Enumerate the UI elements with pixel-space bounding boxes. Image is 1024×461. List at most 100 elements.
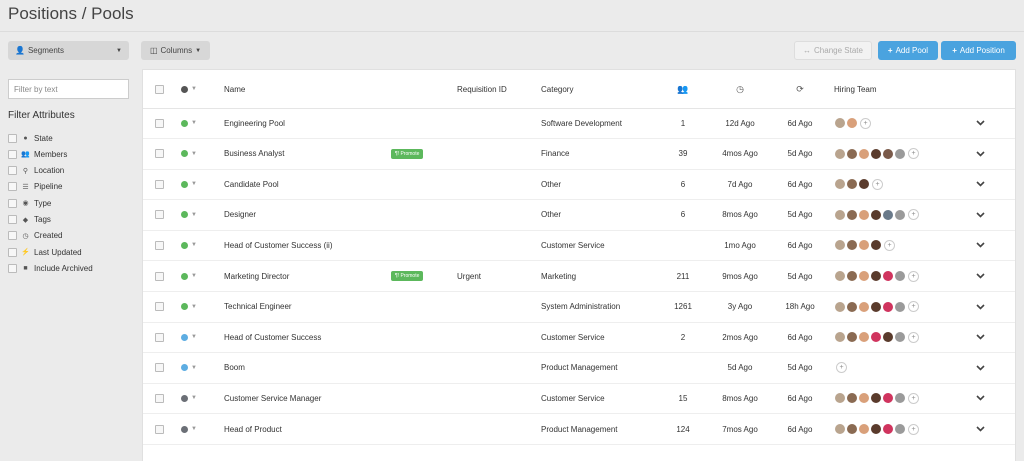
add-position-button[interactable]: + Add Position (941, 41, 1016, 60)
position-name-link[interactable]: Engineering Pool (224, 108, 285, 138)
avatar[interactable] (871, 424, 881, 434)
select-all-checkbox[interactable] (155, 84, 164, 94)
avatar[interactable] (847, 148, 857, 159)
position-name-link[interactable]: Designer (224, 200, 256, 230)
status-filter-header[interactable]: ▼ (181, 70, 197, 108)
avatar[interactable] (895, 393, 905, 404)
status-selector[interactable]: ▼ (181, 261, 197, 291)
avatar[interactable] (847, 424, 857, 434)
avatar[interactable] (847, 332, 857, 343)
filter-attribute-checkbox[interactable] (8, 263, 17, 273)
row-checkbox[interactable] (155, 332, 164, 342)
table-row[interactable]: ▼ Marketing Director ¶! Promote Urgent Marke… (143, 261, 1015, 292)
table-row[interactable]: ▼ Designer Other 6 8mos Ago 5d Ago + (143, 200, 1015, 231)
avatar[interactable] (883, 393, 893, 404)
avatar[interactable] (895, 424, 905, 434)
row-checkbox[interactable] (155, 424, 164, 434)
table-row[interactable]: ▼ Customer Service Manager Customer Servic… (143, 383, 1015, 415)
avatar[interactable] (847, 118, 857, 128)
avatar[interactable] (859, 179, 869, 190)
chevron-down-icon[interactable] (976, 383, 985, 413)
filter-attribute-checkbox[interactable] (8, 215, 17, 224)
status-selector[interactable]: ▼ (181, 200, 197, 230)
position-name-link[interactable]: Candidate Pool (224, 169, 279, 199)
filter-attribute-checkbox[interactable] (8, 182, 17, 192)
avatar[interactable] (835, 301, 845, 312)
row-checkbox[interactable] (155, 302, 164, 312)
avatar[interactable] (835, 271, 845, 281)
add-member-icon[interactable]: + (908, 209, 919, 221)
avatar[interactable] (847, 393, 857, 404)
header-requisition[interactable]: Requisition ID (457, 70, 507, 108)
row-checkbox[interactable] (155, 179, 164, 189)
avatar[interactable] (847, 271, 857, 281)
chevron-down-icon[interactable] (976, 200, 985, 230)
columns-dropdown[interactable]: ◫ Columns ▼ (141, 41, 210, 60)
avatar[interactable] (895, 332, 905, 343)
filter-attribute-item[interactable]: 👥 Members (8, 148, 67, 160)
position-name-link[interactable]: Boom (224, 353, 245, 383)
filter-attribute-item[interactable]: ◷ Created (8, 230, 62, 242)
avatar[interactable] (835, 148, 845, 159)
updated-header[interactable]: ⟳ (780, 70, 820, 108)
avatar[interactable] (859, 393, 869, 404)
chevron-down-icon[interactable] (976, 353, 985, 383)
add-member-icon[interactable]: + (908, 392, 919, 404)
table-row[interactable]: ▼ Engineering Pool Software Development 1 12… (143, 108, 1015, 139)
avatar[interactable] (859, 209, 869, 220)
filter-attribute-item[interactable]: ◆ Tags (8, 214, 51, 226)
avatar[interactable] (859, 332, 869, 343)
chevron-down-icon[interactable] (976, 169, 985, 199)
status-selector[interactable]: ▼ (181, 292, 197, 322)
avatar[interactable] (871, 240, 881, 251)
filter-attribute-checkbox[interactable] (8, 133, 17, 143)
table-row[interactable]: ▼ Head of Customer Success Customer Servic… (143, 322, 1015, 354)
chevron-down-icon[interactable] (976, 261, 985, 291)
promote-badge[interactable]: ¶! Promote (391, 271, 424, 281)
table-row[interactable]: ▼ Business Analyst ¶! Promote Finance 39 4mos… (143, 139, 1015, 170)
avatar[interactable] (883, 301, 893, 312)
filter-attribute-checkbox[interactable] (8, 166, 17, 176)
position-name-link[interactable]: Customer Service Manager (224, 383, 321, 413)
filter-attribute-item[interactable]: ● State (8, 132, 53, 144)
filter-attribute-item[interactable]: ☰ Pipeline (8, 181, 62, 193)
filter-attribute-checkbox[interactable] (8, 149, 17, 159)
status-selector[interactable]: ▼ (181, 322, 197, 352)
position-name-link[interactable]: Head of Customer Success (ii) (224, 230, 332, 260)
avatar[interactable] (847, 209, 857, 220)
status-selector[interactable]: ▼ (181, 414, 197, 444)
avatar[interactable] (835, 332, 845, 343)
avatar[interactable] (859, 424, 869, 434)
avatar[interactable] (895, 209, 905, 220)
row-checkbox[interactable] (155, 271, 164, 281)
promote-badge[interactable]: ¶! Promote (391, 148, 424, 159)
change-state-button[interactable]: ↔ Change State (794, 41, 872, 60)
position-name-link[interactable]: Head of Product (224, 414, 282, 444)
add-member-icon[interactable]: + (908, 423, 919, 435)
avatar[interactable] (871, 332, 881, 343)
avatar[interactable] (847, 301, 857, 312)
row-checkbox[interactable] (155, 118, 164, 128)
filter-attribute-item[interactable]: ◉ Type (8, 197, 51, 209)
chevron-down-icon[interactable] (976, 230, 985, 260)
position-name-link[interactable]: Technical Engineer (224, 292, 292, 322)
header-name[interactable]: Name (224, 70, 245, 108)
status-selector[interactable]: ▼ (181, 108, 197, 138)
filter-attribute-checkbox[interactable] (8, 231, 17, 241)
add-member-icon[interactable]: + (908, 331, 919, 343)
add-member-icon[interactable]: + (908, 301, 919, 313)
avatar[interactable] (883, 271, 893, 281)
chevron-down-icon[interactable] (976, 139, 985, 169)
avatar[interactable] (883, 209, 893, 220)
avatar[interactable] (871, 148, 881, 159)
avatar[interactable] (871, 301, 881, 312)
header-hiring-team[interactable]: Hiring Team (834, 70, 877, 108)
created-header[interactable]: ◷ (720, 70, 760, 108)
avatar[interactable] (859, 240, 869, 251)
filter-attribute-item[interactable]: ■ Include Archived (8, 262, 93, 274)
avatar[interactable] (895, 301, 905, 312)
table-row[interactable]: ▼ Head of Product Product Management 124 7mo… (143, 414, 1015, 445)
members-header[interactable]: 👥 (663, 70, 703, 108)
filter-attribute-checkbox[interactable] (8, 247, 17, 257)
add-member-icon[interactable]: + (860, 117, 871, 129)
